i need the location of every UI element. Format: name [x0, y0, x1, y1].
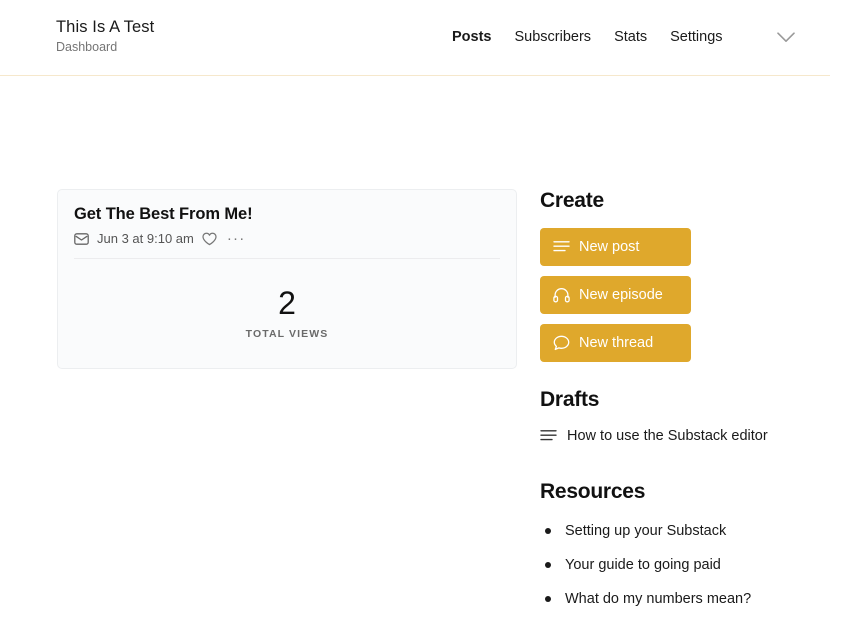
new-episode-label: New episode: [579, 287, 663, 303]
post-header: Get The Best From Me! Jun 3 at 9:10 am ·…: [58, 190, 516, 248]
headphones-icon: [553, 287, 570, 303]
lines-icon: [553, 240, 570, 254]
lines-icon: [540, 429, 557, 443]
main-nav: Posts Subscribers Stats Settings: [452, 28, 799, 46]
new-episode-button[interactable]: New episode: [540, 276, 691, 314]
nav-item-subscribers[interactable]: Subscribers: [515, 29, 592, 45]
new-thread-label: New thread: [579, 335, 653, 351]
heart-icon[interactable]: [202, 232, 217, 246]
create-buttons: New post New episode: [540, 228, 820, 362]
publication-title: This Is A Test: [56, 16, 154, 38]
resources-section: Resources Setting up your Substack Your …: [540, 479, 820, 617]
resources-heading: Resources: [540, 479, 820, 504]
resource-label: Setting up your Substack: [565, 523, 726, 539]
resource-link-3[interactable]: What do my numbers mean?: [540, 591, 820, 607]
main-content: Get The Best From Me! Jun 3 at 9:10 am ·…: [0, 76, 842, 113]
brand: This Is A Test Dashboard: [56, 16, 154, 57]
envelope-icon: [74, 233, 89, 245]
resource-label: What do my numbers mean?: [565, 591, 751, 607]
create-section: Create New post: [540, 188, 820, 362]
post-stats: 2 TOTAL VIEWS: [58, 287, 516, 341]
draft-item[interactable]: How to use the Substack editor: [540, 428, 820, 444]
nav-item-stats[interactable]: Stats: [614, 29, 647, 45]
bullet-icon: [545, 596, 551, 602]
resource-label: Your guide to going paid: [565, 557, 721, 573]
nav-item-settings[interactable]: Settings: [670, 29, 722, 45]
post-card[interactable]: Get The Best From Me! Jun 3 at 9:10 am ·…: [57, 189, 517, 369]
app-header: This Is A Test Dashboard Posts Subscribe…: [0, 0, 830, 76]
total-views-value: 2: [58, 287, 516, 321]
draft-item-label: How to use the Substack editor: [567, 428, 768, 444]
new-post-button[interactable]: New post: [540, 228, 691, 266]
post-date: Jun 3 at 9:10 am: [97, 231, 194, 246]
resource-link-1[interactable]: Setting up your Substack: [540, 523, 820, 539]
create-heading: Create: [540, 188, 820, 213]
new-thread-button[interactable]: New thread: [540, 324, 691, 362]
post-title[interactable]: Get The Best From Me!: [74, 205, 500, 225]
bullet-icon: [545, 528, 551, 534]
new-post-label: New post: [579, 239, 639, 255]
total-views-label: TOTAL VIEWS: [58, 328, 516, 340]
drafts-heading: Drafts: [540, 387, 820, 412]
nav-item-posts[interactable]: Posts: [452, 29, 492, 45]
chevron-down-icon[interactable]: [773, 28, 799, 46]
resource-link-2[interactable]: Your guide to going paid: [540, 557, 820, 573]
ellipsis-icon[interactable]: ···: [227, 234, 246, 244]
speech-bubble-icon: [553, 335, 570, 351]
bullet-icon: [545, 562, 551, 568]
sidebar: Create New post: [540, 188, 820, 617]
card-divider: [74, 258, 500, 259]
drafts-section: Drafts How to use the Substack editor: [540, 387, 820, 444]
page-subtitle: Dashboard: [56, 39, 154, 57]
post-meta: Jun 3 at 9:10 am ···: [74, 230, 500, 248]
